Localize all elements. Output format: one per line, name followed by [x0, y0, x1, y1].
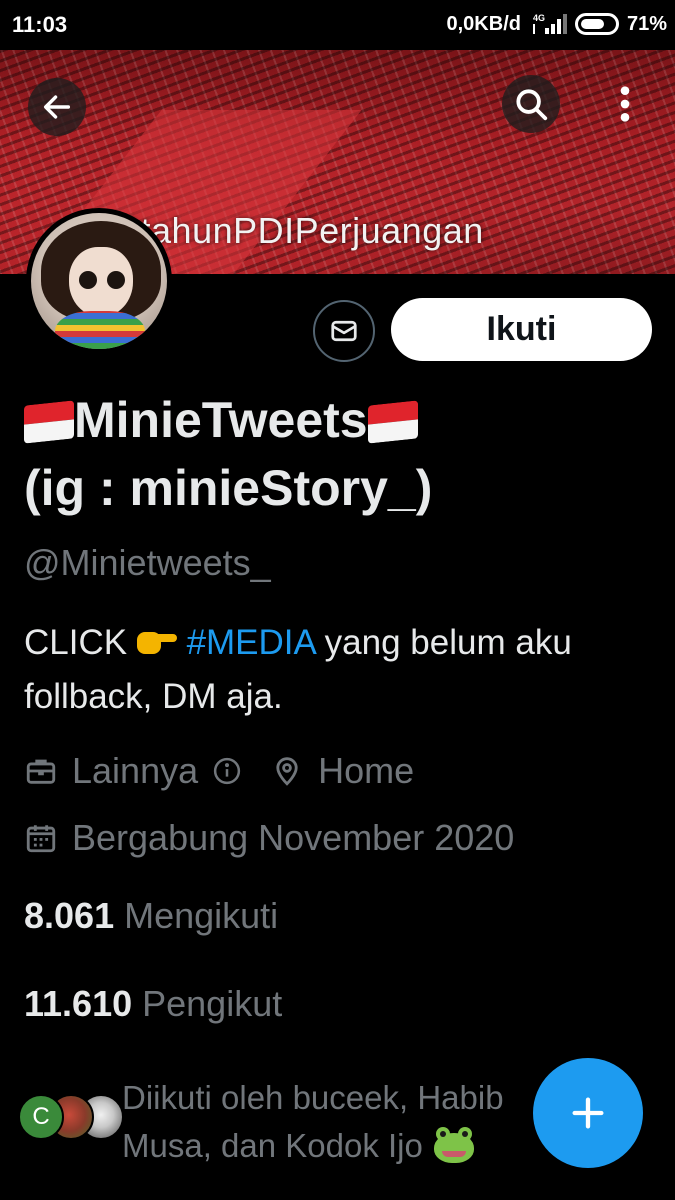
- followed-by-text: Diikuti oleh buceek, Habib Musa, dan Kod…: [122, 1074, 562, 1170]
- followed-by-section[interactable]: C Diikuti oleh buceek, Habib Musa, dan K…: [18, 1076, 578, 1176]
- calendar-icon: [26, 825, 56, 853]
- followers-count: 11.610: [24, 983, 133, 1024]
- bio-prefix: CLICK: [24, 623, 128, 662]
- display-name-line1: MinieTweets: [74, 392, 368, 448]
- plus-icon: [572, 1097, 604, 1129]
- display-name-line2: (ig : minieStory_): [24, 460, 433, 516]
- indonesia-flag-icon: [24, 400, 74, 444]
- signal-icon: 4G: [532, 13, 567, 34]
- follow-button[interactable]: Ikuti: [391, 298, 652, 361]
- following-count: 8.061: [24, 895, 115, 936]
- arrow-left-icon: [43, 95, 71, 119]
- follower-avatar-letter: C: [32, 1103, 50, 1130]
- profile-location: Home: [318, 750, 415, 791]
- more-options-button[interactable]: [596, 75, 654, 133]
- profile-meta-row: Lainnya Home: [24, 750, 414, 792]
- status-right-group: 0,0KB/d 4G 71%: [446, 12, 667, 36]
- follower-avatar: C: [18, 1094, 64, 1140]
- profile-avatar[interactable]: [26, 208, 172, 354]
- more-vertical-icon: [620, 86, 630, 122]
- info-icon[interactable]: [212, 756, 242, 786]
- indonesia-flag-icon: [367, 400, 418, 444]
- back-button[interactable]: [28, 78, 86, 136]
- following-label: Mengikuti: [124, 895, 279, 936]
- pointing-right-icon: [136, 628, 177, 654]
- network-speed: 0,0KB/d: [446, 12, 521, 35]
- profile-bio: CLICK #MEDIA yang belum aku follback, DM…: [24, 616, 654, 724]
- status-time: 11:03: [12, 12, 68, 37]
- status-bar: 11:03 0,0KB/d 4G 71%: [0, 0, 675, 50]
- profile-joined-row: Bergabung November 2020: [24, 817, 514, 859]
- avatar-eye-right: [107, 271, 125, 289]
- battery-percent: 71%: [626, 12, 667, 35]
- search-button[interactable]: [502, 75, 560, 133]
- profile-handle: @Minietweets_: [24, 542, 271, 583]
- following-stat[interactable]: 8.061 Mengikuti: [24, 895, 278, 937]
- briefcase-icon: [26, 759, 56, 784]
- message-button[interactable]: [313, 300, 375, 362]
- envelope-icon: [331, 320, 357, 342]
- followers-label: Pengikut: [142, 983, 283, 1024]
- compose-button[interactable]: [533, 1058, 643, 1168]
- frog-face-icon: [432, 1127, 476, 1163]
- svg-text:4G: 4G: [533, 13, 545, 23]
- bio-hashtag-link[interactable]: #MEDIA: [187, 623, 315, 662]
- avatar-eye-left: [79, 271, 97, 289]
- battery-icon: [574, 13, 619, 35]
- search-icon: [516, 89, 548, 121]
- followers-stat[interactable]: 11.610 Pengikut: [24, 983, 282, 1025]
- battery-fill: [580, 19, 604, 29]
- profile-category: Lainnya: [72, 750, 199, 791]
- display-name: MinieTweets (ig : minieStory_): [24, 386, 654, 522]
- avatar-shirt: [55, 311, 145, 349]
- location-pin-icon: [276, 757, 298, 786]
- banner-text: 0tahunPDIPerjuangan: [120, 210, 484, 251]
- profile-joined-date: Bergabung November 2020: [72, 817, 515, 858]
